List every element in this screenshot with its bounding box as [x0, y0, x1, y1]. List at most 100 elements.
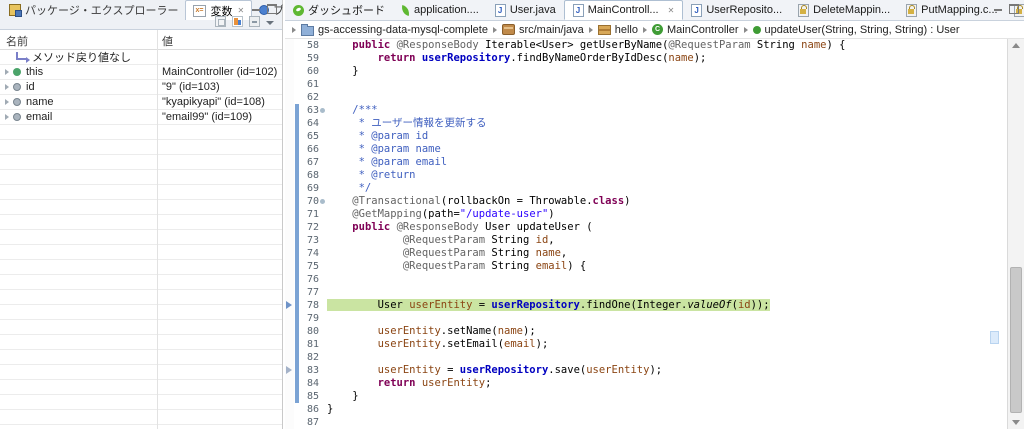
folding-column[interactable]: [319, 39, 327, 429]
line-number[interactable]: 80: [300, 325, 319, 338]
line-number[interactable]: 66: [300, 143, 319, 156]
scroll-down-arrow-icon[interactable]: [1008, 416, 1024, 429]
code-line[interactable]: [327, 273, 1007, 286]
toolbar-button-view-menu[interactable]: [266, 13, 274, 31]
line-number[interactable]: 72: [300, 221, 319, 234]
view-tab-package-explorer[interactable]: パッケージ・エクスプローラー: [2, 0, 185, 19]
code-line[interactable]: User userEntity = userRepository.findOne…: [327, 299, 1007, 312]
editor-tab[interactable]: MainControll...✕: [564, 0, 684, 20]
fold-marker-icon[interactable]: [320, 199, 325, 204]
code-line[interactable]: * @return: [327, 169, 1007, 182]
code-line[interactable]: @RequestParam String email) {: [327, 260, 1007, 273]
code-line[interactable]: [327, 286, 1007, 299]
chevron-right-icon[interactable]: [5, 84, 9, 90]
code-line[interactable]: }: [327, 390, 1007, 403]
variables-table-row[interactable]: name"kyapikyapi" (id=108): [0, 95, 282, 110]
editor-tab[interactable]: ダッシュボード: [285, 0, 393, 20]
code-line[interactable]: */: [327, 182, 1007, 195]
line-number[interactable]: 79: [300, 312, 319, 325]
line-number[interactable]: 75: [300, 260, 319, 273]
toolbar-button-collapse-all[interactable]: [249, 13, 260, 31]
line-number[interactable]: 63: [300, 104, 319, 117]
line-number[interactable]: 69: [300, 182, 319, 195]
line-number[interactable]: 84: [300, 377, 319, 390]
fold-marker-icon[interactable]: [320, 108, 325, 113]
chevron-right-icon[interactable]: [5, 69, 9, 75]
code-line[interactable]: * @param name: [327, 143, 1007, 156]
breadcrumb-item[interactable]: hello: [597, 24, 639, 36]
line-number[interactable]: 65: [300, 130, 319, 143]
editor-tab[interactable]: User.java: [487, 0, 564, 20]
line-number[interactable]: 73: [300, 234, 319, 247]
code-line[interactable]: userEntity = userRepository.save(userEnt…: [327, 364, 1007, 377]
line-number[interactable]: 76: [300, 273, 319, 286]
breadcrumb-item[interactable]: MainController: [651, 24, 740, 36]
code-line[interactable]: }: [327, 403, 1007, 416]
line-number[interactable]: 60: [300, 65, 319, 78]
line-number[interactable]: 86: [300, 403, 319, 416]
breadcrumb-item[interactable]: updateUser(String, String, String) : Use…: [752, 24, 961, 36]
code-line[interactable]: userEntity.setEmail(email);: [327, 338, 1007, 351]
line-number[interactable]: 68: [300, 169, 319, 182]
code-line[interactable]: @RequestParam String name,: [327, 247, 1007, 260]
editor-tab[interactable]: DeleteMappin...: [790, 0, 898, 20]
editor-tab[interactable]: PutMapping.c...: [898, 0, 1005, 20]
line-number[interactable]: 77: [300, 286, 319, 299]
line-number[interactable]: 61: [300, 78, 319, 91]
minimize-icon[interactable]: [994, 3, 1003, 12]
code-line[interactable]: @RequestParam String id,: [327, 234, 1007, 247]
line-number[interactable]: 82: [300, 351, 319, 364]
editor-scrollbar[interactable]: [1007, 39, 1024, 429]
close-icon[interactable]: ✕: [668, 6, 675, 15]
code-line[interactable]: @GetMapping(path="/update-user"): [327, 208, 1007, 221]
variables-table-row[interactable]: メソッド戻り値なし: [0, 50, 282, 65]
line-number[interactable]: 74: [300, 247, 319, 260]
code-line[interactable]: [327, 351, 1007, 364]
code-line[interactable]: * ユーザー情報を更新する: [327, 117, 1007, 130]
editor-tab[interactable]: UserReposito...: [683, 0, 790, 20]
code-line[interactable]: [327, 416, 1007, 429]
line-number-ruler[interactable]: 5859606162636465666768697071727374757677…: [300, 39, 319, 429]
line-number[interactable]: 85: [300, 390, 319, 403]
line-number[interactable]: 71: [300, 208, 319, 221]
code-line[interactable]: userEntity.setName(name);: [327, 325, 1007, 338]
maximize-icon[interactable]: [1009, 4, 1019, 14]
editor-tab[interactable]: application....: [393, 0, 487, 20]
code-line[interactable]: [327, 91, 1007, 104]
code-line[interactable]: * @param email: [327, 156, 1007, 169]
breadcrumb-item[interactable]: gs-accessing-data-mysql-complete: [300, 24, 489, 36]
chevron-right-icon[interactable]: [5, 99, 9, 105]
code-line[interactable]: public @ResponseBody User updateUser (: [327, 221, 1007, 234]
toolbar-button-show-logical-structures[interactable]: [232, 13, 243, 31]
variables-table-row[interactable]: email"email99" (id=109): [0, 110, 282, 125]
code-line[interactable]: return userRepository.findByNameOrderByI…: [327, 52, 1007, 65]
variables-table-row[interactable]: thisMainController (id=102): [0, 65, 282, 80]
code-line[interactable]: [327, 78, 1007, 91]
chevron-right-icon[interactable]: [5, 114, 9, 120]
line-number[interactable]: 67: [300, 156, 319, 169]
code-line[interactable]: return userEntity;: [327, 377, 1007, 390]
scrollbar-thumb[interactable]: [1010, 267, 1022, 413]
annotation-ruler[interactable]: [285, 39, 294, 429]
minimize-icon[interactable]: [252, 3, 261, 12]
variables-table-row[interactable]: id"9" (id=103): [0, 80, 282, 95]
code-line[interactable]: @Transactional(rollbackOn = Throwable.cl…: [327, 195, 1007, 208]
code-line[interactable]: * @param id: [327, 130, 1007, 143]
code-line[interactable]: /***: [327, 104, 1007, 117]
line-number[interactable]: 70: [300, 195, 319, 208]
line-number[interactable]: 81: [300, 338, 319, 351]
code-text-area[interactable]: public @ResponseBody Iterable<User> getU…: [327, 39, 1007, 429]
code-line[interactable]: }: [327, 65, 1007, 78]
scroll-up-arrow-icon[interactable]: [1008, 39, 1024, 52]
column-divider[interactable]: [157, 30, 158, 429]
line-number[interactable]: 83: [300, 364, 319, 377]
line-number[interactable]: 58: [300, 39, 319, 52]
toolbar-button-show-type-names[interactable]: [215, 13, 226, 31]
breadcrumb-item[interactable]: src/main/java: [501, 24, 585, 36]
line-number[interactable]: 64: [300, 117, 319, 130]
code-line[interactable]: [327, 312, 1007, 325]
line-number[interactable]: 87: [300, 416, 319, 429]
code-line[interactable]: public @ResponseBody Iterable<User> getU…: [327, 39, 1007, 52]
line-number[interactable]: 59: [300, 52, 319, 65]
line-number[interactable]: 62: [300, 91, 319, 104]
